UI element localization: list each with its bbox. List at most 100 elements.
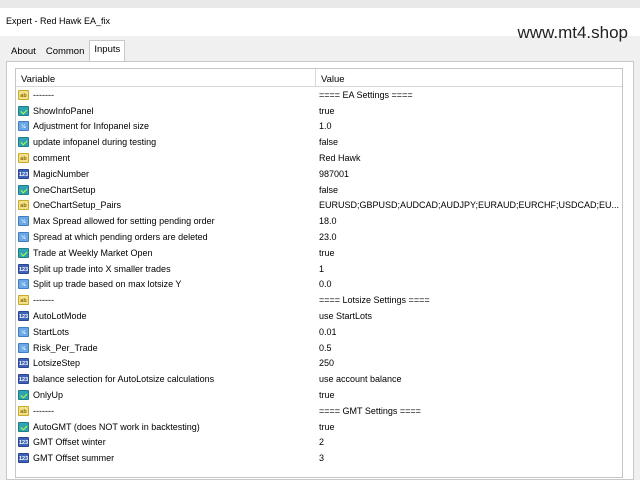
- variable-cell: OnlyUp: [16, 390, 316, 401]
- string-type-icon: ab: [18, 295, 29, 306]
- column-header-value[interactable]: Value: [316, 69, 622, 86]
- variable-name: Adjustment for Infopanel size: [33, 121, 150, 132]
- variable-cell: 123 balance selection for AutoLotsize cal…: [16, 374, 316, 385]
- variable-cell: ab -------: [16, 405, 316, 416]
- table-row[interactable]: 123 MagicNumber 987001: [16, 166, 622, 182]
- integer-type-icon: 123: [18, 358, 29, 369]
- table-row[interactable]: 123 GMT Offset summer 3: [16, 450, 622, 466]
- value-cell[interactable]: 250: [316, 358, 622, 368]
- double-type-icon: ½: [18, 326, 29, 337]
- inputs-panel: Variable Value ab ------- ==== EA Settings…: [6, 61, 634, 480]
- value-cell[interactable]: 0.5: [316, 343, 622, 353]
- bool-type-icon: [18, 421, 29, 432]
- variable-cell: ab -------: [16, 295, 316, 306]
- tab-bar: About Common Inputs: [6, 40, 126, 62]
- integer-type-icon: 123: [18, 168, 29, 179]
- table-row[interactable]: ½ StartLots 0.01: [16, 324, 622, 340]
- variable-cell: ½ Spread at which pending orders are dele…: [16, 232, 316, 243]
- bool-type-icon: [18, 137, 29, 148]
- double-type-icon: ½: [18, 232, 29, 243]
- integer-type-icon: 123: [18, 263, 29, 274]
- table-row[interactable]: OnlyUp true: [16, 387, 622, 403]
- table-row[interactable]: ShowInfoPanel true: [16, 103, 622, 119]
- table-row[interactable]: ½ Risk_Per_Trade 0.5: [16, 340, 622, 356]
- value-cell[interactable]: 23.0: [316, 232, 622, 242]
- table-row[interactable]: ½ Max Spread allowed for setting pending …: [16, 213, 622, 229]
- value-cell[interactable]: 0.01: [316, 327, 622, 337]
- value-cell[interactable]: Red Hawk: [316, 153, 622, 163]
- table-row[interactable]: ½ Adjustment for Infopanel size 1.0: [16, 119, 622, 135]
- value-cell[interactable]: ==== EA Settings ====: [316, 90, 622, 100]
- variable-cell: ab comment: [16, 153, 316, 164]
- integer-type-icon: 123: [18, 453, 29, 464]
- variable-cell: 123 MagicNumber: [16, 168, 316, 179]
- tab-inputs[interactable]: Inputs: [89, 40, 126, 62]
- variable-cell: ½ Adjustment for Infopanel size: [16, 121, 316, 132]
- value-cell[interactable]: ==== GMT Settings ====: [316, 406, 622, 416]
- value-cell[interactable]: 1: [316, 264, 622, 274]
- variable-cell: AutoGMT (does NOT work in backtesting): [16, 421, 316, 432]
- variable-cell: 123 LotsizeStep: [16, 358, 316, 369]
- table-row[interactable]: ab ------- ==== Lotsize Settings ====: [16, 292, 622, 308]
- table-row[interactable]: ab OneChartSetup_Pairs EURUSD;GBPUSD;AUDCA…: [16, 198, 622, 214]
- variable-name: AutoGMT (does NOT work in backtesting): [33, 421, 200, 432]
- value-cell[interactable]: use account balance: [316, 374, 622, 384]
- table-row[interactable]: OneChartSetup false: [16, 182, 622, 198]
- value-cell[interactable]: 3: [316, 453, 622, 463]
- value-cell[interactable]: ==== Lotsize Settings ====: [316, 295, 622, 305]
- table-row[interactable]: ab ------- ==== GMT Settings ====: [16, 403, 622, 419]
- value-cell[interactable]: false: [316, 137, 622, 147]
- window-title: Expert - Red Hawk EA_fix: [6, 16, 111, 26]
- variable-cell: ½ StartLots: [16, 326, 316, 337]
- variable-name: OnlyUp: [33, 390, 64, 401]
- variable-cell: ½ Max Spread allowed for setting pending …: [16, 216, 316, 227]
- value-cell[interactable]: 1.0: [316, 121, 622, 131]
- table-row[interactable]: ab ------- ==== EA Settings ====: [16, 87, 622, 103]
- variable-cell: update infopanel during testing: [16, 137, 316, 148]
- variable-name: Trade at Weekly Market Open: [33, 247, 153, 258]
- table-row[interactable]: ½ Spread at which pending orders are dele…: [16, 229, 622, 245]
- table-row[interactable]: 123 AutoLotMode use StartLots: [16, 308, 622, 324]
- table-row[interactable]: AutoGMT (does NOT work in backtesting) tr…: [16, 419, 622, 435]
- value-cell[interactable]: use StartLots: [316, 311, 622, 321]
- value-cell[interactable]: 18.0: [316, 216, 622, 226]
- value-cell[interactable]: 2: [316, 437, 622, 447]
- variable-name: update infopanel during testing: [33, 137, 157, 148]
- table-row[interactable]: update infopanel during testing false: [16, 134, 622, 150]
- table-row[interactable]: Trade at Weekly Market Open true: [16, 245, 622, 261]
- variable-cell: ab OneChartSetup_Pairs: [16, 200, 316, 211]
- variable-name: -------: [33, 405, 54, 416]
- value-cell[interactable]: true: [316, 390, 622, 400]
- table-row[interactable]: 123 balance selection for AutoLotsize cal…: [16, 371, 622, 387]
- value-cell[interactable]: 987001: [316, 169, 622, 179]
- bool-type-icon: [18, 247, 29, 258]
- variable-name: ShowInfoPanel: [33, 105, 94, 116]
- table-row[interactable]: ½ Split up trade based on max lotsize Y 0.…: [16, 277, 622, 293]
- variable-name: OneChartSetup_Pairs: [33, 200, 122, 211]
- variable-name: LotsizeStep: [33, 358, 81, 369]
- variable-name: Max Spread allowed for setting pending o…: [33, 216, 215, 227]
- tab-about[interactable]: About: [6, 41, 41, 61]
- value-cell[interactable]: true: [316, 106, 622, 116]
- value-cell[interactable]: true: [316, 422, 622, 432]
- double-type-icon: ½: [18, 216, 29, 227]
- value-cell[interactable]: false: [316, 185, 622, 195]
- variable-name: MagicNumber: [33, 168, 90, 179]
- variable-name: OneChartSetup: [33, 184, 96, 195]
- variable-name: Risk_Per_Trade: [33, 342, 98, 353]
- value-cell[interactable]: 0.0: [316, 279, 622, 289]
- double-type-icon: ½: [18, 121, 29, 132]
- variable-name: GMT Offset winter: [33, 437, 106, 448]
- integer-type-icon: 123: [18, 311, 29, 322]
- double-type-icon: ½: [18, 342, 29, 353]
- background-window-strip: [0, 0, 640, 8]
- table-row[interactable]: 123 GMT Offset winter 2: [16, 435, 622, 451]
- value-cell[interactable]: true: [316, 248, 622, 258]
- column-header-variable[interactable]: Variable: [16, 69, 316, 86]
- table-row[interactable]: ab comment Red Hawk: [16, 150, 622, 166]
- tab-common[interactable]: Common: [41, 41, 90, 61]
- table-row[interactable]: 123 LotsizeStep 250: [16, 356, 622, 372]
- table-row[interactable]: 123 Split up trade into X smaller trades 1: [16, 261, 622, 277]
- value-cell[interactable]: EURUSD;GBPUSD;AUDCAD;AUDJPY;EURAUD;EURCH…: [316, 200, 622, 210]
- table-header: Variable Value: [16, 69, 622, 87]
